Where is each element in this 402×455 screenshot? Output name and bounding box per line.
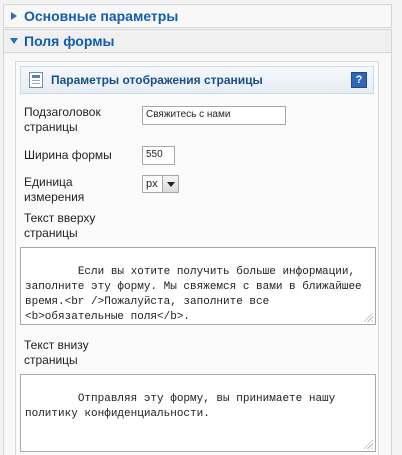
- accordion-form-fields[interactable]: Поля формы: [3, 29, 392, 53]
- top-text-label: Текст вверху страницы: [24, 211, 96, 240]
- help-icon[interactable]: ?: [351, 72, 367, 88]
- unit-select-value: px: [146, 178, 158, 190]
- resize-grip-icon[interactable]: [364, 313, 373, 322]
- triangle-down-icon: [4, 38, 24, 44]
- page: Основные параметры Поля формы Параметры …: [0, 0, 402, 455]
- top-text-content: Если вы хотите получить больше информаци…: [25, 266, 369, 323]
- bottom-text-label: Текст внизу страницы: [24, 338, 89, 367]
- chevron-down-icon[interactable]: [162, 176, 178, 192]
- unit-label: Единица измерения: [24, 175, 85, 204]
- form-fields-panel: Параметры отображения страницы ? Подзаго…: [3, 53, 392, 455]
- bottom-text-content: Отправляя эту форму, вы принимаете нашу …: [25, 393, 342, 420]
- form-width-label: Ширина формы: [24, 148, 112, 162]
- page-display-params-box: Параметры отображения страницы ? Подзаго…: [15, 61, 379, 455]
- resize-grip-icon[interactable]: [364, 440, 373, 449]
- top-text-textarea[interactable]: Если вы хотите получить больше информаци…: [20, 247, 376, 325]
- triangle-right-icon: [4, 12, 24, 20]
- page-icon: [29, 72, 43, 88]
- bottom-text-textarea[interactable]: Отправляя эту форму, вы принимаете нашу …: [20, 374, 376, 452]
- accordion-basic-params-title: Основные параметры: [24, 8, 179, 24]
- subtitle-input[interactable]: Свяжитесь с нами: [142, 106, 286, 125]
- subtitle-label: Подзаголовок страницы: [24, 105, 101, 134]
- unit-select[interactable]: px: [142, 175, 179, 193]
- form-width-input[interactable]: 550: [142, 146, 175, 165]
- accordion-basic-params[interactable]: Основные параметры: [3, 4, 392, 28]
- page-display-params-header: Параметры отображения страницы ?: [20, 66, 374, 94]
- page-display-params-title: Параметры отображения страницы: [51, 73, 263, 87]
- accordion-form-fields-title: Поля формы: [24, 33, 115, 49]
